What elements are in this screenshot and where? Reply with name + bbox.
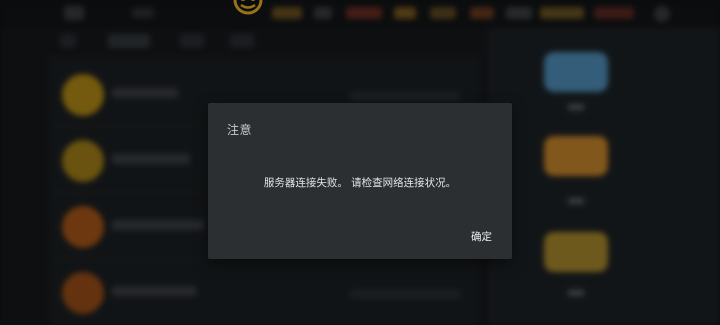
dialog-title: 注意 bbox=[227, 123, 253, 137]
confirm-button[interactable]: 确定 bbox=[467, 227, 496, 246]
screen: 注意 服务器连接失败。 请检查网络连接状况。 确定 bbox=[0, 0, 720, 325]
dialog-message: 服务器连接失败。 请检查网络连接状况。 bbox=[263, 177, 457, 189]
alert-dialog: 注意 服务器连接失败。 请检查网络连接状况。 确定 bbox=[208, 103, 512, 259]
